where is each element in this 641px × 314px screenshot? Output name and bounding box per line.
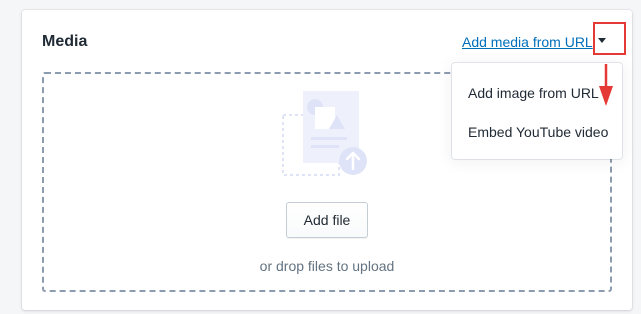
file-upload-illustration [282, 91, 367, 176]
menu-item-add-image-from-url[interactable]: Add image from URL [468, 85, 599, 101]
add-media-from-url-link[interactable]: Add media from URL [462, 34, 593, 50]
red-arrow-annotation [599, 64, 613, 106]
caret-down-icon[interactable] [598, 38, 606, 43]
menu-item-embed-youtube-video[interactable]: Embed YouTube video [468, 124, 608, 140]
drop-files-hint: or drop files to upload [259, 258, 395, 274]
add-file-button[interactable]: Add file [286, 202, 368, 238]
media-card: Media Add media from URL Add file or dro… [22, 10, 632, 310]
media-card-title: Media [42, 33, 88, 50]
